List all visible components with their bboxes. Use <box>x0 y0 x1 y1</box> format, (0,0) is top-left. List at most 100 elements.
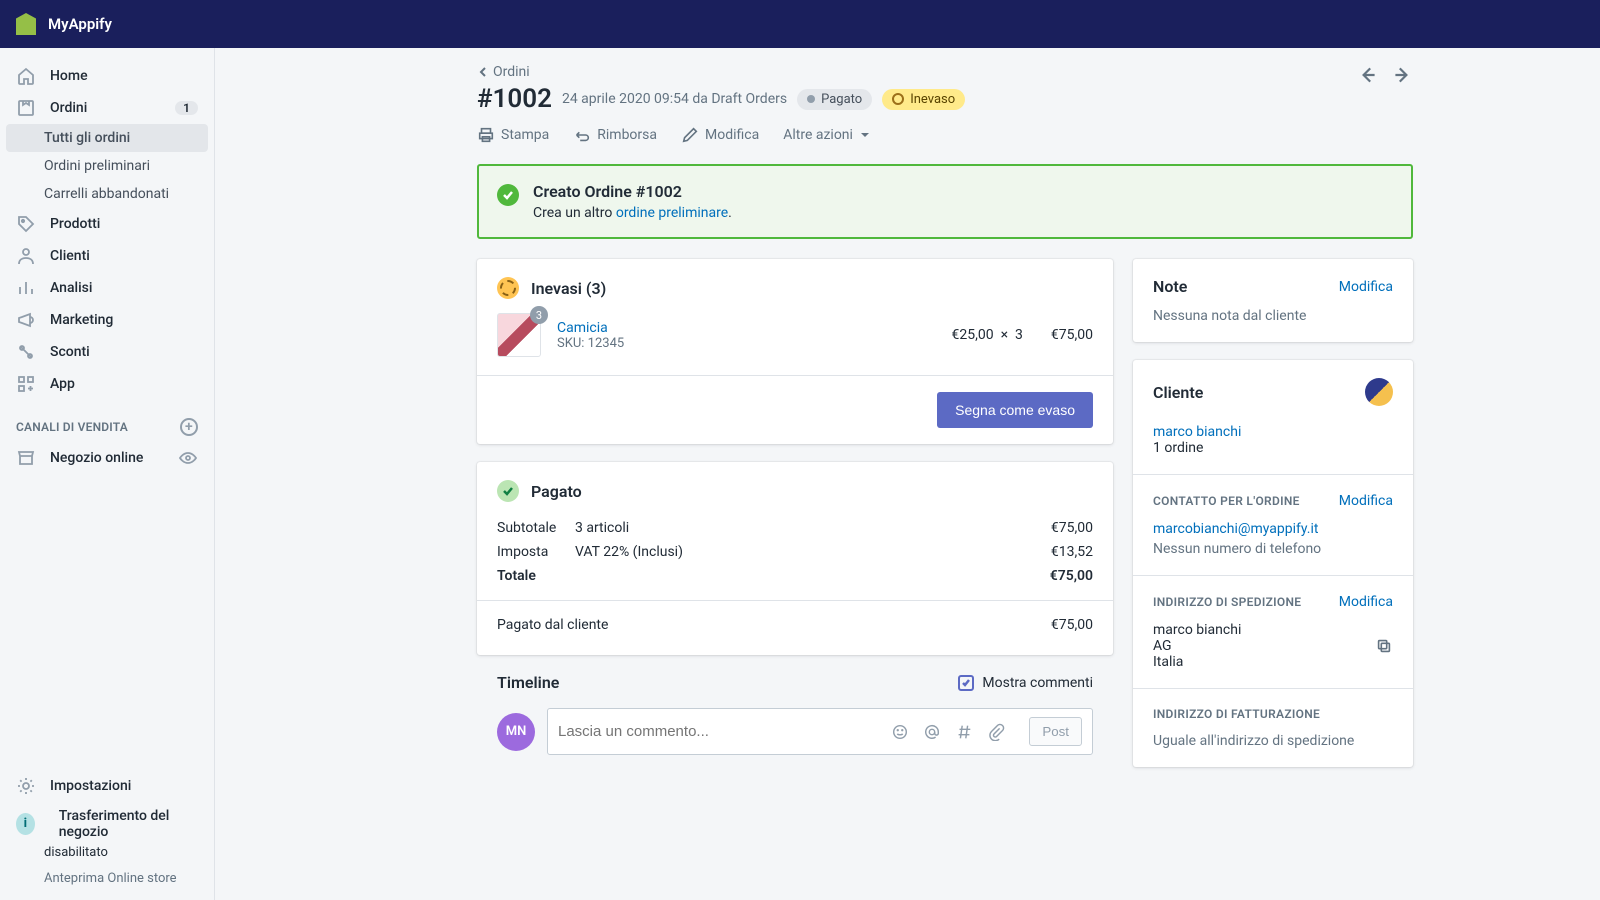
copy-address-icon[interactable] <box>1375 637 1393 655</box>
contact-label: CONTATTO PER L'ORDINE <box>1153 494 1300 508</box>
main-content: Ordini #1002 24 aprile 2020 09:54 da Dra… <box>215 48 1600 900</box>
nav-online-store[interactable]: Negozio online <box>0 442 214 474</box>
orders-badge: 1 <box>175 101 198 115</box>
notes-empty: Nessuna nota dal cliente <box>1153 308 1393 324</box>
timeline-title: Timeline <box>497 673 559 692</box>
nav-orders[interactable]: Ordini 1 <box>0 92 214 124</box>
emoji-icon[interactable] <box>891 723 909 741</box>
ship-name: marco bianchi <box>1153 622 1241 638</box>
pencil-icon <box>681 126 699 144</box>
paid-pill: Pagato <box>797 89 872 110</box>
refund-action[interactable]: Rimborsa <box>573 126 657 144</box>
shipping-edit-link[interactable]: Modifica <box>1339 594 1393 610</box>
check-icon <box>497 184 519 206</box>
notes-card: Note Modifica Nessuna nota dal cliente <box>1133 259 1413 342</box>
mention-icon[interactable] <box>923 723 941 741</box>
success-banner: Creato Ordine #1002 Crea un altro ordine… <box>477 164 1413 239</box>
order-meta: 24 aprile 2020 09:54 da Draft Orders <box>562 91 787 107</box>
home-icon <box>16 66 36 86</box>
more-actions[interactable]: Altre azioni <box>783 126 871 144</box>
shopify-logo-icon <box>16 13 36 35</box>
post-button[interactable]: Post <box>1029 717 1082 746</box>
print-icon <box>477 126 495 144</box>
sidebar: Home Ordini 1 Tutti gli ordini Ordini pr… <box>0 48 215 900</box>
gear-icon <box>16 776 36 796</box>
item-sku: SKU: 12345 <box>557 336 624 351</box>
customer-card: Cliente marco bianchi 1 ordine CONTATTO … <box>1133 360 1413 767</box>
nav-all-orders[interactable]: Tutti gli ordini <box>6 124 208 152</box>
unit-price: €25,00 × 3 <box>952 327 1023 343</box>
channels-section-label: CANALI DI VENDITA + <box>0 400 214 442</box>
nav-apps[interactable]: App <box>0 368 214 400</box>
brand-name: MyAppify <box>48 15 112 33</box>
attachment-icon[interactable] <box>987 723 1005 741</box>
nav-settings[interactable]: Impostazioni <box>0 770 214 802</box>
banner-body: Crea un altro ordine preliminare. <box>533 205 732 221</box>
print-action[interactable]: Stampa <box>477 126 549 144</box>
nav-abandoned-carts[interactable]: Carrelli abbandonati <box>0 180 214 208</box>
nav-customers[interactable]: Clienti <box>0 240 214 272</box>
unfulfilled-pill: Inevaso <box>882 89 965 110</box>
chevron-left-icon <box>477 66 489 78</box>
nav-marketing[interactable]: Marketing <box>0 304 214 336</box>
customer-name-link[interactable]: marco bianchi <box>1153 424 1393 440</box>
info-icon: i <box>16 813 35 835</box>
order-number: #1002 <box>477 84 552 114</box>
customer-avatar[interactable] <box>1365 378 1393 406</box>
paid-card: Pagato Subtotale3 articoli€75,00 Imposta… <box>477 462 1113 655</box>
chevron-down-icon <box>859 129 871 141</box>
apps-icon <box>16 374 36 394</box>
draft-order-link[interactable]: ordine preliminare <box>616 205 728 221</box>
checkbox-icon <box>958 675 974 691</box>
store-icon <box>16 448 36 468</box>
prev-arrow-icon[interactable] <box>1357 64 1379 86</box>
subtotal-row: Subtotale3 articoli€75,00 <box>497 516 1093 540</box>
ship-country: Italia <box>1153 654 1241 670</box>
mark-fulfilled-button[interactable]: Segna come evaso <box>937 392 1093 428</box>
nav-products[interactable]: Prodotti <box>0 208 214 240</box>
top-bar: MyAppify <box>0 0 1600 48</box>
refund-icon <box>573 126 591 144</box>
paid-status-icon <box>497 480 519 502</box>
unfulfilled-title: Inevasi (3) <box>531 279 606 298</box>
nav-analytics[interactable]: Analisi <box>0 272 214 304</box>
customer-title: Cliente <box>1153 383 1203 402</box>
megaphone-icon <box>16 310 36 330</box>
billing-label: INDIRIZZO DI FATTURAZIONE <box>1153 707 1393 721</box>
add-channel-icon[interactable]: + <box>180 418 198 436</box>
hash-icon[interactable] <box>955 723 973 741</box>
nav-orders-label: Ordini <box>50 100 87 116</box>
tag-icon <box>16 214 36 234</box>
item-name-link[interactable]: Camicia <box>557 320 624 336</box>
notes-edit-link[interactable]: Modifica <box>1339 279 1393 295</box>
transfer-notice[interactable]: i Trasferimento del negozio <box>0 802 214 840</box>
product-thumbnail[interactable]: 3 <box>497 313 541 357</box>
user-avatar: MN <box>497 713 535 751</box>
discount-icon <box>16 342 36 362</box>
ship-region: AG <box>1153 638 1241 654</box>
line-item: 3 Camicia SKU: 12345 €25,00 × 3 €75,00 <box>497 299 1093 357</box>
nav-draft-orders[interactable]: Ordini preliminari <box>0 152 214 180</box>
timeline-section: Timeline Mostra commenti MN <box>477 673 1113 755</box>
next-arrow-icon[interactable] <box>1391 64 1413 86</box>
person-icon <box>16 246 36 266</box>
orders-icon <box>16 98 36 118</box>
comment-input[interactable] <box>558 723 891 740</box>
total-row: Totale€75,00 <box>497 564 1093 588</box>
notes-title: Note <box>1153 277 1187 296</box>
show-comments-toggle[interactable]: Mostra commenti <box>958 675 1093 691</box>
nav-home[interactable]: Home <box>0 60 214 92</box>
nav-discounts[interactable]: Sconti <box>0 336 214 368</box>
tax-row: ImpostaVAT 22% (Inclusi)€13,52 <box>497 540 1093 564</box>
customer-email-link[interactable]: marcobianchi@myappify.it <box>1153 521 1393 537</box>
line-total: €75,00 <box>1051 327 1093 343</box>
edit-action[interactable]: Modifica <box>681 126 759 144</box>
banner-title: Creato Ordine #1002 <box>533 182 732 201</box>
comment-box[interactable]: Post <box>547 708 1093 755</box>
billing-same: Uguale all'indirizzo di spedizione <box>1153 733 1393 749</box>
paid-by-row: Pagato dal cliente€75,00 <box>497 613 1093 637</box>
breadcrumb[interactable]: Ordini <box>477 64 1357 80</box>
contact-edit-link[interactable]: Modifica <box>1339 493 1393 509</box>
eye-icon[interactable] <box>178 448 198 468</box>
no-phone: Nessun numero di telefono <box>1153 541 1393 557</box>
